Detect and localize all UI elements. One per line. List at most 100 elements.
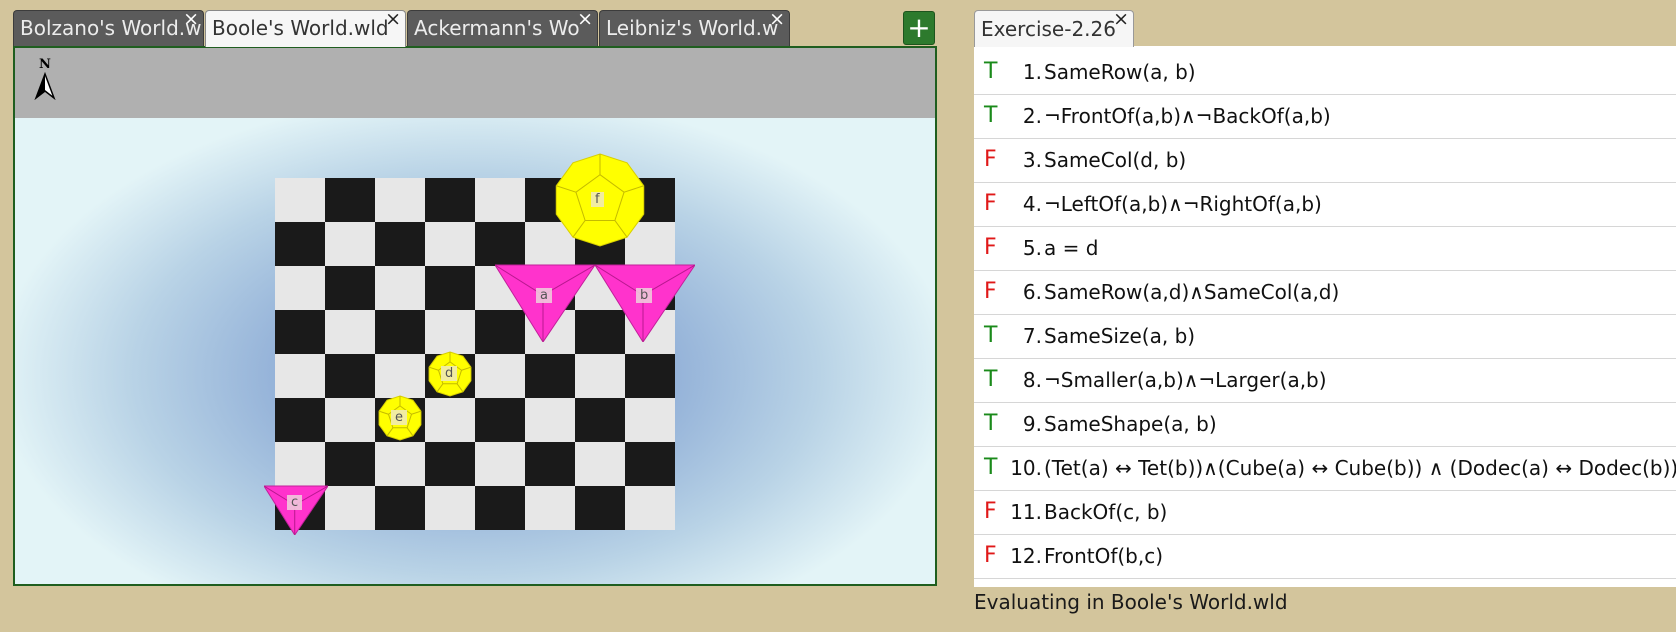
compass-bar: N xyxy=(15,48,935,118)
sentence-formula: BackOf(c, b) xyxy=(1044,500,1168,524)
board-square xyxy=(375,222,425,266)
board-square xyxy=(325,398,375,442)
board-square xyxy=(425,310,475,354)
tab-ackermanns-world[interactable]: Ackermann's Wo × xyxy=(407,10,598,46)
sentence-row[interactable]: F 12. FrontOf(b,c) xyxy=(974,535,1676,579)
tab-booles-world[interactable]: Boole's World.wld × xyxy=(205,10,406,47)
sentence-number: 4. xyxy=(1022,192,1042,216)
close-icon[interactable]: × xyxy=(1113,9,1129,29)
sentence-number: 8. xyxy=(1022,368,1042,392)
board-square xyxy=(275,266,325,310)
sentence-formula: SameShape(a, b) xyxy=(1044,412,1217,436)
sentence-formula: ¬LeftOf(a,b)∧¬RightOf(a,b) xyxy=(1044,192,1322,216)
sentence-row[interactable]: T 9. SameShape(a, b) xyxy=(974,403,1676,447)
tetrahedron-icon xyxy=(594,264,696,343)
sentence-number: 9. xyxy=(1022,412,1042,436)
sentence-number: 11. xyxy=(1010,500,1042,524)
board-square xyxy=(425,486,475,530)
object-b-tet[interactable]: b xyxy=(594,264,696,343)
tab-bolzanos-world[interactable]: Bolzano's World.wld × xyxy=(13,10,204,46)
board-square xyxy=(475,178,525,222)
truth-value: F xyxy=(984,279,997,304)
close-icon[interactable]: × xyxy=(769,11,785,29)
sentence-number: 2. xyxy=(1022,104,1042,128)
object-name-label: d xyxy=(441,366,458,381)
object-name-label: c xyxy=(287,495,303,510)
sentence-number: 1. xyxy=(1022,60,1042,84)
close-icon[interactable]: × xyxy=(577,11,593,29)
tab-leibniz-world[interactable]: Leibniz's World.w × xyxy=(599,10,790,46)
board-square xyxy=(475,398,525,442)
object-e-dodec[interactable]: e xyxy=(375,395,425,441)
board-square xyxy=(625,486,675,530)
sentence-row[interactable]: T 10. (Tet(a) ↔ Tet(b))∧(Cube(a) ↔ Cube(b)… xyxy=(974,447,1676,491)
close-icon[interactable]: × xyxy=(183,11,199,29)
board-square xyxy=(275,310,325,354)
board-square xyxy=(275,442,325,486)
board-square xyxy=(525,354,575,398)
board-square xyxy=(625,354,675,398)
sentence-row[interactable]: F 4. ¬LeftOf(a,b)∧¬RightOf(a,b) xyxy=(974,183,1676,227)
sentence-row[interactable]: F 3. SameCol(d, b) xyxy=(974,139,1676,183)
sentence-row[interactable]: F 5. a = d xyxy=(974,227,1676,271)
sentence-formula: SameRow(a, b) xyxy=(1044,60,1196,84)
close-icon[interactable]: × xyxy=(385,11,401,29)
board-square xyxy=(475,442,525,486)
object-name-label: a xyxy=(536,288,552,303)
board-square xyxy=(275,398,325,442)
object-d-dodec[interactable]: d xyxy=(425,351,475,397)
sentence-formula: (Tet(a) ↔ Tet(b))∧(Cube(a) ↔ Cube(b)) ∧ … xyxy=(1044,456,1676,480)
board-square xyxy=(575,398,625,442)
tab-exercise[interactable]: Exercise-2.26 × xyxy=(974,9,1134,47)
truth-value: F xyxy=(984,543,997,568)
truth-value: T xyxy=(984,103,998,128)
board-square xyxy=(275,222,325,266)
board-square xyxy=(625,442,675,486)
board-square xyxy=(325,442,375,486)
object-c-tet[interactable]: c xyxy=(263,485,329,536)
sentence-row[interactable]: F 11. BackOf(c, b) xyxy=(974,491,1676,535)
board-square xyxy=(375,486,425,530)
sentence-row[interactable]: T 8. ¬Smaller(a,b)∧¬Larger(a,b) xyxy=(974,359,1676,403)
board-square xyxy=(425,222,475,266)
board-square xyxy=(425,398,475,442)
sentence-row[interactable]: T 2. ¬FrontOf(a,b)∧¬BackOf(a,b) xyxy=(974,95,1676,139)
board-square xyxy=(525,442,575,486)
sentence-number: 12. xyxy=(1010,544,1042,568)
board-square xyxy=(375,354,425,398)
world-view[interactable]: a b c d e f xyxy=(15,118,935,584)
board-square xyxy=(325,222,375,266)
sentence-row[interactable]: T 7. SameSize(a, b) xyxy=(974,315,1676,359)
add-world-button[interactable]: + xyxy=(903,11,935,45)
object-a-tet[interactable]: a xyxy=(494,264,596,343)
sentence-formula: ¬FrontOf(a,b)∧¬BackOf(a,b) xyxy=(1044,104,1331,128)
object-f-dodec[interactable]: f xyxy=(548,153,652,247)
world-panel: N a b c d e f xyxy=(13,46,937,586)
board-square xyxy=(575,354,625,398)
board-square xyxy=(275,178,325,222)
board-square xyxy=(475,354,525,398)
board-square xyxy=(625,398,675,442)
truth-value: F xyxy=(984,191,997,216)
sentence-formula: FrontOf(b,c) xyxy=(1044,544,1164,568)
truth-value: T xyxy=(984,367,998,392)
object-name-label: f xyxy=(591,192,604,207)
truth-value: T xyxy=(984,455,998,480)
truth-value: T xyxy=(984,411,998,436)
sentence-row[interactable]: F 6. SameRow(a,d)∧SameCol(a,d) xyxy=(974,271,1676,315)
north-arrow-icon xyxy=(34,71,56,101)
sentence-number: 7. xyxy=(1022,324,1042,348)
sentence-formula: SameSize(a, b) xyxy=(1044,324,1196,348)
board-square xyxy=(575,442,625,486)
board-square xyxy=(575,486,625,530)
sentence-number: 5. xyxy=(1022,236,1042,260)
board-square xyxy=(425,178,475,222)
truth-value: T xyxy=(984,59,998,84)
board-square xyxy=(325,178,375,222)
board-square xyxy=(475,486,525,530)
board-square xyxy=(375,266,425,310)
object-name-label: b xyxy=(636,288,653,303)
sentence-row[interactable]: T 1. SameRow(a, b) xyxy=(974,51,1676,95)
board-square xyxy=(325,266,375,310)
status-text: Evaluating in Boole's World.wld xyxy=(974,590,1288,614)
